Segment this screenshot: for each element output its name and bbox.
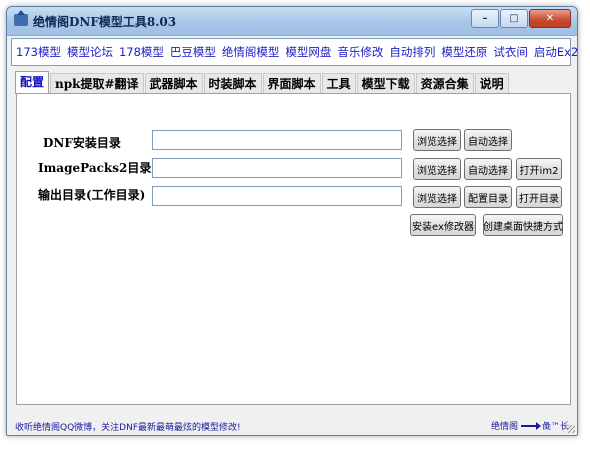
author-sign: 彘™长 <box>541 422 569 432</box>
tab-strip: 配置 npk提取#翻译 武器脚本 时装脚本 界面脚本 工具 模型下载 资源合集 … <box>15 71 510 94</box>
app-window: 绝情阁DNF模型工具8.03 – □ ✕ 173模型 模型论坛 178模型 巴豆… <box>6 6 578 436</box>
close-button[interactable]: ✕ <box>529 9 571 28</box>
status-right: 绝情阁 彘™长 <box>491 419 569 432</box>
link-178-model[interactable]: 178模型 <box>119 44 164 60</box>
imagepacks-input[interactable] <box>152 158 402 178</box>
link-173-model[interactable]: 173模型 <box>16 44 61 60</box>
link-music-modify[interactable]: 音乐修改 <box>337 44 383 60</box>
link-model-restore[interactable]: 模型还原 <box>441 44 487 60</box>
dnf-dir-input[interactable] <box>152 130 402 150</box>
link-bar: 173模型 模型论坛 178模型 巴豆模型 绝情阁模型 模型网盘 音乐修改 自动… <box>11 38 577 66</box>
app-icon <box>14 10 28 26</box>
tab-help[interactable]: 说明 <box>474 73 509 94</box>
output-browse-button[interactable]: 浏览选择 <box>413 186 461 208</box>
title-bar[interactable]: 绝情阁DNF模型工具8.03 – □ ✕ <box>7 7 577 36</box>
tab-npk-extract[interactable]: npk提取#翻译 <box>50 73 144 94</box>
link-launch-ex[interactable]: 启动Ex2.2 <box>534 44 577 60</box>
imagepacks-browse-button[interactable]: 浏览选择 <box>413 158 461 180</box>
link-auto-arrange[interactable]: 自动排列 <box>389 44 435 60</box>
link-juqingge-model[interactable]: 绝情阁模型 <box>222 44 280 60</box>
minimize-button[interactable]: – <box>471 9 499 28</box>
status-bar: 收听绝情阁QQ微博，关注DNF最新最萌最炫的模型修改! 绝情阁 彘™长 <box>15 419 569 433</box>
desktop-shortcut-button[interactable]: 创建桌面快捷方式 <box>483 214 563 236</box>
status-message: 收听绝情阁QQ微博，关注DNF最新最萌最炫的模型修改! <box>15 422 241 433</box>
output-dir-label: 输出目录(工作目录) <box>38 188 146 202</box>
tab-ui-script[interactable]: 界面脚本 <box>262 73 321 94</box>
tab-weapon-script[interactable]: 武器脚本 <box>144 73 203 94</box>
link-model-netdisk[interactable]: 模型网盘 <box>285 44 331 60</box>
tab-resources[interactable]: 资源合集 <box>415 73 474 94</box>
open-im2-button[interactable]: 打开im2 <box>516 158 562 180</box>
dnf-auto-select-button[interactable]: 自动选择 <box>464 129 512 151</box>
dnf-dir-label: DNF安装目录 <box>43 136 121 150</box>
install-ex-button[interactable]: 安装ex修改器 <box>410 214 476 236</box>
window-controls: – □ ✕ <box>470 9 571 28</box>
arrow-icon <box>520 421 541 430</box>
resize-grip-icon[interactable] <box>567 425 575 433</box>
config-dir-button[interactable]: 配置目录 <box>464 186 512 208</box>
author-link[interactable]: 绝情阁 <box>491 419 518 432</box>
tab-config[interactable]: 配置 <box>15 71 50 94</box>
imagepacks-auto-select-button[interactable]: 自动选择 <box>464 158 512 180</box>
tab-costume-script[interactable]: 时装脚本 <box>203 73 262 94</box>
open-dir-button[interactable]: 打开目录 <box>516 186 562 208</box>
maximize-button[interactable]: □ <box>500 9 528 28</box>
link-fitting-room[interactable]: 试衣间 <box>493 44 528 60</box>
link-model-forum[interactable]: 模型论坛 <box>67 44 113 60</box>
tab-tools[interactable]: 工具 <box>321 73 356 94</box>
tab-model-download[interactable]: 模型下载 <box>356 73 415 94</box>
config-panel: DNF安装目录 浏览选择 自动选择 ImagePacks2目录 浏览选择 自动选… <box>16 93 571 405</box>
dnf-browse-button[interactable]: 浏览选择 <box>413 129 461 151</box>
link-badou-model[interactable]: 巴豆模型 <box>170 44 216 60</box>
imagepacks-label: ImagePacks2目录 <box>38 161 152 175</box>
output-dir-input[interactable] <box>152 186 402 206</box>
window-title: 绝情阁DNF模型工具8.03 <box>33 15 177 29</box>
